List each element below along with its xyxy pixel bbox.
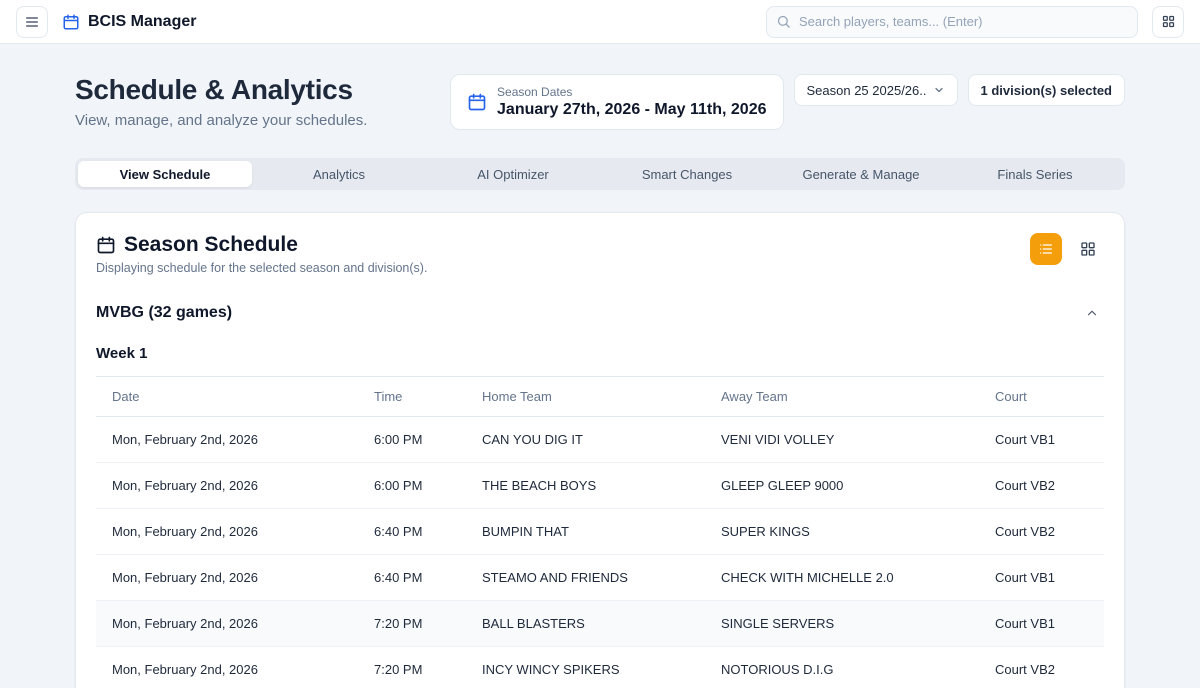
- table-header-row: Date Time Home Team Away Team Court: [96, 377, 1104, 417]
- cell-date: Mon, February 2nd, 2026: [96, 463, 358, 509]
- cell-date: Mon, February 2nd, 2026: [96, 647, 358, 688]
- column-header-court: Court: [979, 377, 1104, 417]
- season-select[interactable]: Season 25 2025/26..: [794, 74, 958, 106]
- cell-away-team: VENI VIDI VOLLEY: [705, 417, 979, 463]
- page-header: Schedule & Analytics View, manage, and a…: [75, 44, 1125, 130]
- page-subtitle: View, manage, and analyze your schedules…: [75, 112, 440, 129]
- cell-date: Mon, February 2nd, 2026: [96, 555, 358, 601]
- division-group-header: MVBG (32 games): [96, 301, 1104, 325]
- search-input[interactable]: [766, 6, 1138, 38]
- cell-time: 6:40 PM: [358, 555, 466, 601]
- table-row[interactable]: Mon, February 2nd, 2026 6:40 PM STEAMO A…: [96, 555, 1104, 601]
- view-toggle: [1030, 233, 1104, 265]
- cell-home-team: BALL BLASTERS: [466, 601, 705, 647]
- cell-home-team: BUMPIN THAT: [466, 509, 705, 555]
- week-title: Week 1: [96, 345, 1104, 362]
- cell-time: 6:40 PM: [358, 509, 466, 555]
- cell-date: Mon, February 2nd, 2026: [96, 601, 358, 647]
- chevron-down-icon: [933, 84, 945, 96]
- cell-time: 6:00 PM: [358, 463, 466, 509]
- collapse-button[interactable]: [1080, 301, 1104, 325]
- tab-finals-series[interactable]: Finals Series: [948, 161, 1122, 187]
- cell-home-team: INCY WINCY SPIKERS: [466, 647, 705, 688]
- cell-date: Mon, February 2nd, 2026: [96, 509, 358, 555]
- tab-bar: View Schedule Analytics AI Optimizer Sma…: [75, 158, 1125, 190]
- table-row[interactable]: Mon, February 2nd, 2026 6:40 PM BUMPIN T…: [96, 509, 1104, 555]
- cell-away-team: CHECK WITH MICHELLE 2.0: [705, 555, 979, 601]
- card-subtitle: Displaying schedule for the selected sea…: [96, 261, 1030, 275]
- hamburger-icon: [24, 14, 40, 30]
- table-row[interactable]: Mon, February 2nd, 2026 6:00 PM THE BEAC…: [96, 463, 1104, 509]
- cell-away-team: NOTORIOUS D.I.G: [705, 647, 979, 688]
- grid-view-button[interactable]: [1072, 233, 1104, 265]
- grid-icon: [1161, 14, 1176, 29]
- cell-court: Court VB1: [979, 601, 1104, 647]
- tab-analytics[interactable]: Analytics: [252, 161, 426, 187]
- cell-court: Court VB1: [979, 417, 1104, 463]
- list-icon: [1038, 241, 1054, 257]
- cell-time: 7:20 PM: [358, 601, 466, 647]
- app-title: BCIS Manager: [88, 13, 196, 31]
- table-row[interactable]: Mon, February 2nd, 2026 6:00 PM CAN YOU …: [96, 417, 1104, 463]
- table-row[interactable]: Mon, February 2nd, 2026 7:20 PM INCY WIN…: [96, 647, 1104, 688]
- cell-home-team: STEAMO AND FRIENDS: [466, 555, 705, 601]
- column-header-home-team: Home Team: [466, 377, 705, 417]
- tab-view-schedule[interactable]: View Schedule: [78, 161, 252, 187]
- calendar-icon: [96, 235, 116, 255]
- calendar-icon: [467, 92, 487, 112]
- cell-away-team: SUPER KINGS: [705, 509, 979, 555]
- division-select-label: 1 division(s) selected: [981, 83, 1113, 98]
- division-group-title: MVBG (32 games): [96, 304, 232, 322]
- column-header-time: Time: [358, 377, 466, 417]
- tab-ai-optimizer[interactable]: AI Optimizer: [426, 161, 600, 187]
- cell-court: Court VB2: [979, 509, 1104, 555]
- list-view-button[interactable]: [1030, 233, 1062, 265]
- column-header-date: Date: [96, 377, 358, 417]
- tab-smart-changes[interactable]: Smart Changes: [600, 161, 774, 187]
- search-icon: [776, 14, 791, 29]
- season-dates-label: Season Dates: [497, 85, 766, 99]
- card-title: Season Schedule: [124, 233, 298, 257]
- calendar-icon: [62, 13, 80, 31]
- menu-button[interactable]: [16, 6, 48, 38]
- app-brand: BCIS Manager: [62, 13, 196, 31]
- topbar: BCIS Manager: [0, 0, 1200, 44]
- cell-home-team: CAN YOU DIG IT: [466, 417, 705, 463]
- division-select-button[interactable]: 1 division(s) selected: [968, 74, 1126, 106]
- chevron-up-icon: [1085, 306, 1099, 320]
- grid-icon: [1080, 241, 1096, 257]
- cell-court: Court VB1: [979, 555, 1104, 601]
- page-title: Schedule & Analytics: [75, 74, 440, 106]
- season-dates-card: Season Dates January 27th, 2026 - May 11…: [450, 74, 783, 130]
- cell-home-team: THE BEACH BOYS: [466, 463, 705, 509]
- schedule-table: Date Time Home Team Away Team Court Mon,…: [96, 376, 1104, 688]
- cell-away-team: GLEEP GLEEP 9000: [705, 463, 979, 509]
- cell-away-team: SINGLE SERVERS: [705, 601, 979, 647]
- search-container: [766, 6, 1138, 38]
- season-dates-value: January 27th, 2026 - May 11th, 2026: [497, 101, 766, 119]
- season-select-label: Season 25 2025/26..: [807, 83, 927, 98]
- cell-date: Mon, February 2nd, 2026: [96, 417, 358, 463]
- table-row[interactable]: Mon, February 2nd, 2026 7:20 PM BALL BLA…: [96, 601, 1104, 647]
- cell-court: Court VB2: [979, 647, 1104, 688]
- column-header-away-team: Away Team: [705, 377, 979, 417]
- tab-generate-manage[interactable]: Generate & Manage: [774, 161, 948, 187]
- cell-court: Court VB2: [979, 463, 1104, 509]
- season-schedule-card: Season Schedule Displaying schedule for …: [75, 212, 1125, 688]
- cell-time: 7:20 PM: [358, 647, 466, 688]
- cell-time: 6:00 PM: [358, 417, 466, 463]
- apps-grid-button[interactable]: [1152, 6, 1184, 38]
